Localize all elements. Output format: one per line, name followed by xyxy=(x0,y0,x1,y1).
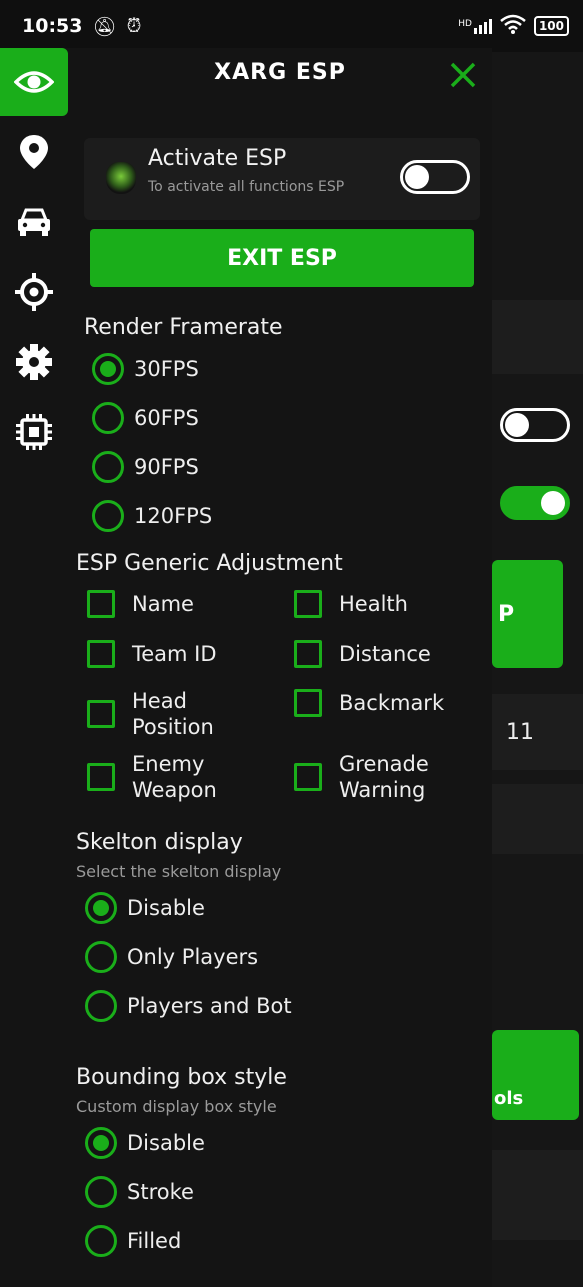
rail-tab-settings[interactable] xyxy=(0,328,68,396)
radio-skeleton-disable[interactable]: Disable xyxy=(85,892,205,924)
background-info-card: 11 xyxy=(492,694,583,770)
checkbox[interactable] xyxy=(294,763,322,791)
background-tools-button[interactable]: ols xyxy=(492,1030,579,1120)
crosshair-icon xyxy=(15,273,53,311)
checkbox[interactable] xyxy=(294,640,322,668)
checkbox[interactable] xyxy=(294,590,322,618)
radio-90fps[interactable]: 90FPS xyxy=(92,451,199,483)
eye-icon xyxy=(14,71,54,93)
wifi-icon xyxy=(500,14,526,38)
checkbox[interactable] xyxy=(87,700,115,728)
radio-box-stroke[interactable]: Stroke xyxy=(85,1176,194,1208)
background-card-2 xyxy=(492,784,583,854)
rail-tab-aim[interactable] xyxy=(0,258,68,326)
radio-120fps[interactable]: 120FPS xyxy=(92,500,212,532)
rail-tab-vehicle[interactable] xyxy=(0,188,68,256)
activate-esp-card: Activate ESP To activate all functions E… xyxy=(84,138,480,220)
panel-title: XARG ESP xyxy=(214,60,346,85)
exit-esp-button[interactable]: EXIT ESP xyxy=(90,229,474,287)
radio-button[interactable] xyxy=(85,990,117,1022)
esp-panel: XARG ESP Activate ESP To activate all fu… xyxy=(68,48,492,1287)
checkbox-enemy-weapon[interactable]: Enemy Weapon xyxy=(87,751,217,803)
signal-icon: HD xyxy=(458,18,492,34)
rail-tab-memory[interactable] xyxy=(0,398,68,466)
background-green-button[interactable]: P xyxy=(492,560,563,668)
radio-button[interactable] xyxy=(92,353,124,385)
checkbox-grenade-warning[interactable]: Grenade Warning xyxy=(294,751,429,803)
background-card xyxy=(492,300,583,374)
checkbox-team-id[interactable]: Team ID xyxy=(87,640,217,668)
radio-button[interactable] xyxy=(92,500,124,532)
checkbox[interactable] xyxy=(87,763,115,791)
generic-adjustment-title: ESP Generic Adjustment xyxy=(76,551,343,576)
radio-button[interactable] xyxy=(85,1225,117,1257)
radio-button[interactable] xyxy=(85,892,117,924)
background-toggle-on[interactable] xyxy=(500,486,570,520)
battery-icon: 100 xyxy=(533,16,569,36)
render-framerate-title: Render Framerate xyxy=(84,315,283,340)
radio-box-disable[interactable]: Disable xyxy=(85,1127,205,1159)
checkbox-health[interactable]: Health xyxy=(294,590,408,618)
background-toggle-off[interactable] xyxy=(500,408,570,442)
radio-button[interactable] xyxy=(92,451,124,483)
alarm-icon: ⏰︎ xyxy=(126,15,142,37)
gear-icon xyxy=(16,344,52,380)
side-rail xyxy=(0,48,68,1287)
skeleton-display-subtitle: Select the skelton display xyxy=(76,862,282,881)
checkbox[interactable] xyxy=(87,590,115,618)
checkbox-name[interactable]: Name xyxy=(87,590,194,618)
radio-button[interactable] xyxy=(85,1127,117,1159)
car-icon xyxy=(18,208,50,236)
activate-esp-subtitle: To activate all functions ESP xyxy=(148,179,345,195)
bounding-box-title: Bounding box style xyxy=(76,1065,287,1090)
close-button[interactable] xyxy=(448,60,478,90)
checkbox-backmark[interactable]: Backmark xyxy=(294,689,444,717)
radio-30fps[interactable]: 30FPS xyxy=(92,353,199,385)
status-time: 10:53 xyxy=(22,15,83,37)
background-card-3 xyxy=(492,1150,583,1240)
activate-esp-toggle[interactable] xyxy=(400,160,470,194)
radio-box-filled[interactable]: Filled xyxy=(85,1225,181,1257)
app-logo xyxy=(106,162,136,194)
skeleton-display-title: Skelton display xyxy=(76,830,243,855)
checkbox-head-position[interactable]: Head Position xyxy=(87,688,214,740)
bounding-box-subtitle: Custom display box style xyxy=(76,1097,277,1116)
mute-icon: 🔕︎ xyxy=(92,15,117,38)
location-pin-icon xyxy=(20,135,48,169)
checkbox-distance[interactable]: Distance xyxy=(294,640,431,668)
close-icon xyxy=(450,62,476,88)
radio-button[interactable] xyxy=(92,402,124,434)
activate-esp-heading: Activate ESP xyxy=(148,146,287,171)
radio-skeleton-only-players[interactable]: Only Players xyxy=(85,941,258,973)
rail-tab-esp[interactable] xyxy=(0,48,68,116)
radio-skeleton-players-and-bot[interactable]: Players and Bot xyxy=(85,990,292,1022)
status-bar: 10:53 🔕︎ ⏰︎ HD 100 xyxy=(0,0,583,52)
rail-tab-location[interactable] xyxy=(0,118,68,186)
checkbox[interactable] xyxy=(87,640,115,668)
radio-button[interactable] xyxy=(85,1176,117,1208)
radio-button[interactable] xyxy=(85,941,117,973)
radio-60fps[interactable]: 60FPS xyxy=(92,402,199,434)
chip-icon xyxy=(16,414,52,450)
checkbox[interactable] xyxy=(294,689,322,717)
